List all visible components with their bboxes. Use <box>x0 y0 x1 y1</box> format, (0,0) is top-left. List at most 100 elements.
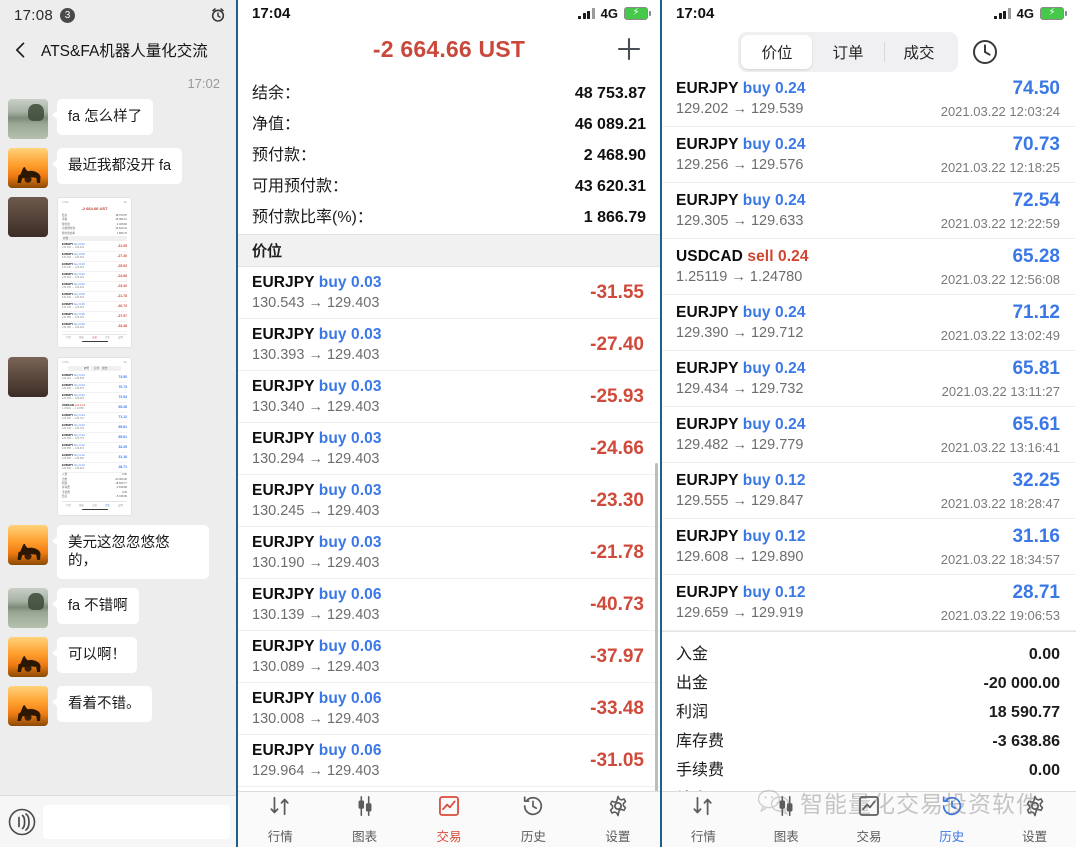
trade-line-chart-icon <box>437 794 461 823</box>
symbol: EURJPY <box>676 528 739 545</box>
trade-status-right: 4G ⚡ <box>578 6 651 21</box>
avatar[interactable] <box>8 588 48 629</box>
tab-settings[interactable]: 设置 <box>576 794 660 845</box>
segment-deals[interactable]: 成交 <box>883 35 955 69</box>
position-row[interactable]: EURJPY buy 0.03 130.543 → 129.403 -31.55 <box>238 267 660 319</box>
voice-icon[interactable] <box>8 808 36 836</box>
history-row[interactable]: EURJPY buy 0.24 129.256 → 129.576 70.73 … <box>662 127 1076 183</box>
avatar[interactable] <box>8 686 48 727</box>
segment-positions[interactable]: 价位 <box>741 35 813 69</box>
segmented-control: 价位 订单 成交 <box>738 32 958 72</box>
plus-icon[interactable] <box>616 36 642 62</box>
position-row[interactable]: EURJPY buy 0.03 130.245 → 129.403 -23.30 <box>238 475 660 527</box>
price-range: 129.434 → 129.732 <box>676 381 804 397</box>
tab-label: 图表 <box>352 830 378 844</box>
summary-row: 利润 18 590.77 <box>676 695 1060 724</box>
position-row[interactable]: EURJPY buy 0.06 129.964 → 129.403 -31.05 <box>238 735 660 787</box>
position-row[interactable]: EURJPY buy 0.03 130.393 → 129.403 -27.40 <box>238 319 660 371</box>
position-row[interactable]: EURJPY buy 0.03 130.294 → 129.403 -24.66 <box>238 423 660 475</box>
history-row[interactable]: EURJPY buy 0.24 129.305 → 129.633 72.54 … <box>662 183 1076 239</box>
tab-charts[interactable]: 图表 <box>322 794 406 845</box>
back-chevron-icon[interactable] <box>8 37 34 63</box>
trade-screenshot-thumbnail[interactable]: 17:04 4G -2 664.66 UST 结余 48 753.87 净值 46 0… <box>57 197 132 349</box>
account-value: 48 753.87 <box>574 84 646 102</box>
symbol: EURJPY <box>676 304 739 321</box>
position-pl: -37.97 <box>590 645 644 667</box>
history-row[interactable]: EURJPY buy 0.24 129.434 → 129.732 65.81 … <box>662 351 1076 407</box>
history-row[interactable]: EURJPY buy 0.12 129.555 → 129.847 32.25 … <box>662 463 1076 519</box>
image-message-bubble[interactable]: 17:04 4G -2 664.66 UST 结余 48 753.87 净值 46 0… <box>57 197 132 349</box>
symbol: EURJPY <box>676 192 739 209</box>
tab-trade[interactable]: 交易 <box>828 794 911 845</box>
tab-quotes[interactable]: 行情 <box>662 794 745 845</box>
message-bubble[interactable]: 可以啊！ <box>52 637 137 674</box>
avatar[interactable] <box>8 524 48 565</box>
avatar[interactable] <box>8 197 48 237</box>
tab-history[interactable]: 历史 <box>910 794 993 845</box>
history-clock-icon <box>940 794 964 823</box>
history-row[interactable]: EURJPY buy 0.12 129.659 → 129.919 28.71 … <box>662 575 1076 631</box>
avatar[interactable] <box>8 148 48 188</box>
avatar[interactable] <box>8 99 48 139</box>
position-pl: -31.05 <box>590 749 644 771</box>
position-row[interactable]: EURJPY buy 0.06 130.139 → 129.403 -40.73 <box>238 579 660 631</box>
history-segment-bar: 价位 订单 成交 <box>662 26 1076 78</box>
volume: 0.06 <box>351 742 382 759</box>
account-value: 1 866.79 <box>583 208 646 226</box>
message-bubble[interactable]: fa 怎么样了 <box>51 99 154 136</box>
history-row[interactable]: USDCAD sell 0.24 1.25119 → 1.24780 65.28… <box>662 239 1076 295</box>
volume: 0.03 <box>351 378 382 395</box>
side: buy <box>742 80 771 97</box>
price-range: 130.340 → 129.403 <box>252 399 380 415</box>
deal-time: 2021.03.22 18:28:47 <box>940 496 1060 511</box>
deal-pl: 72.54 <box>1012 190 1060 211</box>
history-row[interactable]: EURJPY buy 0.12 129.608 → 129.890 31.16 … <box>662 519 1076 575</box>
history-row[interactable]: EURJPY buy 0.24 129.482 → 129.779 65.61 … <box>662 407 1076 463</box>
message-bubble[interactable]: 美元这忽忽悠悠的， <box>52 524 209 580</box>
volume: 0.03 <box>351 274 382 291</box>
summary-value: 18 590.77 <box>988 703 1060 721</box>
symbol: EURJPY <box>252 742 315 759</box>
volume: 0.24 <box>775 80 806 97</box>
deal-time: 2021.03.22 13:11:27 <box>941 384 1060 399</box>
tab-charts[interactable]: 图表 <box>745 794 828 845</box>
positions-list[interactable]: EURJPY buy 0.03 130.543 → 129.403 -31.55… <box>238 267 660 847</box>
tab-quotes[interactable]: 行情 <box>238 794 322 845</box>
message-bubble[interactable]: fa 不错啊 <box>52 588 139 625</box>
tab-settings[interactable]: 设置 <box>993 794 1076 845</box>
history-row[interactable]: EURJPY buy 0.24 129.202 → 129.539 74.50 … <box>662 78 1076 127</box>
image-message-bubble[interactable]: 17:04 4G 价位 订单 成交 EURJPY buy 0.24 129.202 → … <box>57 357 132 516</box>
volume: 0.03 <box>351 482 382 499</box>
position-row[interactable]: EURJPY buy 0.03 130.190 → 129.403 -21.78 <box>238 527 660 579</box>
history-deal-list[interactable]: EURJPY buy 0.24 129.202 → 129.539 74.50 … <box>662 78 1076 631</box>
message-bubble[interactable]: 最近我都没开 fa <box>51 148 183 185</box>
history-row[interactable]: EURJPY buy 0.24 129.390 → 129.712 71.12 … <box>662 295 1076 351</box>
summary-label: 手续费 <box>676 761 725 779</box>
avatar[interactable] <box>8 637 48 678</box>
symbol: EURJPY <box>676 472 739 489</box>
position-row[interactable]: EURJPY buy 0.03 130.340 → 129.403 -25.93 <box>238 371 660 423</box>
signal-bars-icon <box>994 7 1011 19</box>
deal-time: 2021.03.22 12:56:08 <box>940 272 1060 287</box>
tab-history[interactable]: 历史 <box>491 794 575 845</box>
position-row[interactable]: EURJPY buy 0.06 130.089 → 129.403 -37.97 <box>238 631 660 683</box>
message-bubble[interactable]: 看着不错。 <box>52 686 152 723</box>
segment-orders[interactable]: 订单 <box>812 35 883 69</box>
volume: 0.06 <box>351 586 382 603</box>
position-row[interactable]: EURJPY buy 0.06 130.008 → 129.403 -33.48 <box>238 683 660 735</box>
avatar[interactable] <box>8 357 48 398</box>
mt5-trade-panel: 17:04 4G ⚡ -2 664.66 UST 结余： 48 753.87 净… <box>238 0 662 847</box>
chat-text-input[interactable] <box>43 804 230 839</box>
history-status-right: 4G ⚡ <box>994 6 1067 21</box>
tab-label: 交易 <box>436 830 462 844</box>
summary-row: 出金 -20 000.00 <box>676 666 1060 695</box>
symbol: EURJPY <box>676 136 739 153</box>
tab-label: 设置 <box>605 830 631 844</box>
account-value: 43 620.31 <box>574 177 646 195</box>
history-screenshot-thumbnail[interactable]: 17:04 4G 价位 订单 成交 EURJPY buy 0.24 129.202 → … <box>57 357 132 516</box>
side: buy <box>318 586 347 603</box>
scrollbar-thumb[interactable] <box>654 463 658 847</box>
account-summary-table: 结余： 48 753.87 净值： 46 089.21 预付款： 2 468.9… <box>238 72 660 234</box>
tab-trade[interactable]: 交易 <box>407 794 491 845</box>
clock-icon[interactable] <box>970 37 1000 67</box>
